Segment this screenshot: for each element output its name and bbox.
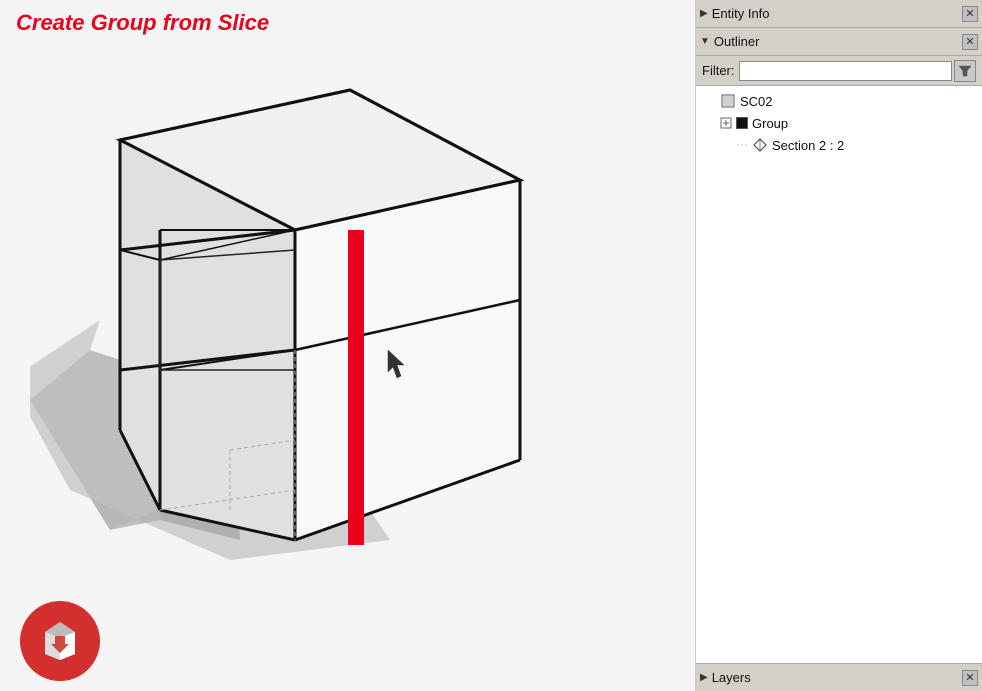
group-label: Group [752, 116, 788, 131]
entity-info-title: Entity Info [712, 6, 962, 21]
tree-item-section2[interactable]: ··· Section 2 : 2 [696, 134, 982, 156]
outliner-panel: ▼ Outliner ✕ Filter: [696, 28, 982, 663]
filter-input[interactable] [739, 61, 953, 81]
outliner-header: ▼ Outliner ✕ [696, 28, 982, 56]
section2-label: Section 2 : 2 [772, 138, 844, 153]
tree-item-sc02[interactable]: SC02 [696, 90, 982, 112]
entity-info-arrow: ▶ [700, 8, 708, 19]
section-plane-icon [752, 137, 768, 153]
app-logo [20, 601, 100, 681]
section2-expand-icon: ··· [734, 137, 750, 153]
sc02-expand-icon[interactable] [702, 93, 718, 109]
sc02-label: SC02 [740, 94, 773, 109]
layers-title: Layers [712, 670, 962, 685]
outliner-title: Outliner [714, 34, 962, 49]
3d-scene-svg [30, 60, 630, 580]
scene-container [30, 60, 650, 620]
filter-action-button[interactable] [954, 60, 976, 82]
logo-svg [37, 618, 83, 664]
tree-item-group[interactable]: Group [696, 112, 982, 134]
group-expand-icon[interactable] [718, 115, 734, 131]
main-area: Create Group from Slice [0, 0, 695, 691]
entity-info-close-button[interactable]: ✕ [962, 6, 978, 22]
outliner-close-button[interactable]: ✕ [962, 34, 978, 50]
layers-panel: ▶ Layers ✕ [696, 663, 982, 691]
filter-label: Filter: [702, 63, 735, 78]
right-panel: ▶ Entity Info ✕ ▼ Outliner ✕ Filter: [695, 0, 982, 691]
page-title: Create Group from Slice [16, 10, 269, 36]
layers-close-button[interactable]: ✕ [962, 670, 978, 686]
filter-row: Filter: [696, 56, 982, 86]
outliner-content: SC02 Group ··· [696, 86, 982, 663]
filter-icon [958, 64, 972, 78]
entity-info-panel: ▶ Entity Info ✕ [696, 0, 982, 28]
outliner-arrow: ▼ [700, 36, 710, 47]
model-icon [720, 93, 736, 109]
layers-arrow: ▶ [700, 672, 708, 683]
group-color-swatch [736, 117, 748, 129]
